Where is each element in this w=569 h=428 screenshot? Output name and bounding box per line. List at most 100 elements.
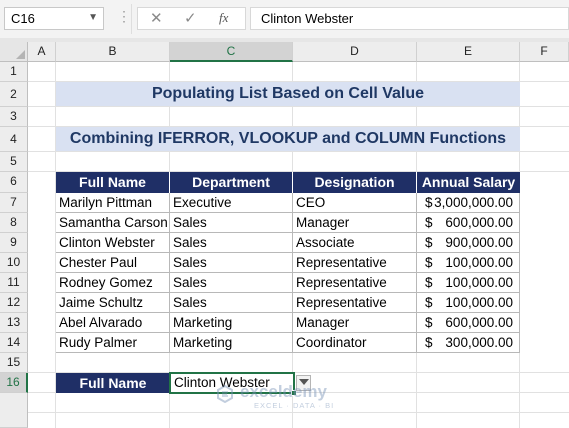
table-cell-department[interactable]: Marketing	[170, 333, 293, 353]
table-cell-designation[interactable]: Manager	[293, 313, 417, 333]
watermark-tagline: EXCEL · DATA · BI	[254, 401, 335, 410]
table-cell-designation[interactable]: Representative	[293, 273, 417, 293]
cell-text: Samantha Carson	[59, 215, 168, 230]
gridline	[28, 151, 569, 152]
salary-value: 3,000,000.00	[434, 195, 513, 210]
formula-input[interactable]: Clinton Webster	[250, 7, 569, 30]
cell-text: Sales	[173, 255, 207, 270]
table-cell-department[interactable]: Marketing	[170, 313, 293, 333]
chevron-down-icon[interactable]: ▼	[88, 12, 98, 23]
table-cell-name[interactable]: Samantha Carson	[56, 213, 170, 233]
subtitle-band[interactable]: Combining IFERROR, VLOOKUP and COLUMN Fu…	[56, 127, 520, 151]
select-all-icon	[16, 50, 25, 59]
salary-value: 300,000.00	[445, 335, 513, 350]
table-cell-name[interactable]: Chester Paul	[56, 253, 170, 273]
table-header-department[interactable]: Department	[170, 172, 293, 193]
title-band[interactable]: Populating List Based on Cell Value	[56, 82, 520, 106]
table-cell-salary[interactable]: $300,000.00	[417, 333, 520, 353]
cell-text: Executive	[173, 195, 232, 210]
watermark-name: exceldemy	[240, 382, 327, 401]
table-cell-name[interactable]: Jaime Schultz	[56, 293, 170, 313]
gridline	[28, 412, 569, 413]
table-header-designation[interactable]: Designation	[293, 172, 417, 193]
table-cell-salary[interactable]: $100,000.00	[417, 273, 520, 293]
table-cell-salary[interactable]: $3,000,000.00	[417, 193, 520, 213]
page-title: Populating List Based on Cell Value	[151, 85, 425, 102]
cell-text: Sales	[173, 215, 207, 230]
salary-value: 100,000.00	[445, 255, 513, 270]
table-cell-salary[interactable]: $100,000.00	[417, 293, 520, 313]
table-cell-name[interactable]: Marilyn Pittman	[56, 193, 170, 213]
table-cell-salary[interactable]: $900,000.00	[417, 233, 520, 253]
gridline	[28, 106, 569, 107]
row-header-4[interactable]: 4	[0, 127, 28, 152]
row-header-5[interactable]: 5	[0, 152, 28, 172]
cell-text: Sales	[173, 295, 207, 310]
formula-bar: C16 ▼ ⋮ ✕ ✓ fx Clinton Webster	[0, 0, 569, 38]
table-header-full-name[interactable]: Full Name	[56, 172, 170, 193]
salary-value: 100,000.00	[445, 295, 513, 310]
row-header-3[interactable]: 3	[0, 107, 28, 127]
row-header-16[interactable]: 16	[0, 373, 28, 393]
exceldemy-logo-icon	[217, 385, 233, 403]
row-header-2[interactable]: 2	[0, 82, 28, 107]
currency-symbol: $	[425, 295, 433, 310]
name-box[interactable]: C16 ▼	[4, 7, 104, 30]
table-cell-designation[interactable]: Manager	[293, 213, 417, 233]
row-header-1[interactable]: 1	[0, 62, 28, 82]
salary-value: 600,000.00	[445, 315, 513, 330]
table-cell-department[interactable]: Sales	[170, 253, 293, 273]
cancel-icon[interactable]: ✕	[150, 9, 163, 27]
cell-text: Representative	[296, 295, 387, 310]
lookup-label[interactable]: Full Name	[56, 373, 170, 393]
table-header-annual-salary[interactable]: Annual Salary	[417, 172, 520, 193]
salary-value: 600,000.00	[445, 215, 513, 230]
table-cell-salary[interactable]: $600,000.00	[417, 313, 520, 333]
salary-value: 900,000.00	[445, 235, 513, 250]
row-header-15[interactable]: 15	[0, 353, 28, 373]
table-cell-designation[interactable]: Representative	[293, 253, 417, 273]
column-header-b[interactable]: B	[56, 42, 170, 62]
table-cell-salary[interactable]: $600,000.00	[417, 213, 520, 233]
table-cell-department[interactable]: Sales	[170, 213, 293, 233]
row-header-8[interactable]: 8	[0, 213, 28, 233]
row-header-14[interactable]: 14	[0, 333, 28, 353]
table-cell-name[interactable]: Rudy Palmer	[56, 333, 170, 353]
cell-text: Manager	[296, 315, 350, 330]
column-header-a[interactable]: A	[28, 42, 56, 62]
currency-symbol: $	[425, 335, 433, 350]
column-header-e[interactable]: E	[417, 42, 520, 62]
table-cell-name[interactable]: Abel Alvarado	[56, 313, 170, 333]
row-header-10[interactable]: 10	[0, 253, 28, 273]
enter-icon[interactable]: ✓	[184, 9, 197, 27]
row-header-13[interactable]: 13	[0, 313, 28, 333]
column-header-f[interactable]: F	[520, 42, 569, 62]
select-all-button[interactable]	[0, 42, 28, 62]
column-header-d[interactable]: D	[293, 42, 417, 62]
divider	[131, 4, 132, 34]
table-cell-name[interactable]: Clinton Webster	[56, 233, 170, 253]
table-cell-name[interactable]: Rodney Gomez	[56, 273, 170, 293]
cell-text: Clinton Webster	[59, 235, 155, 250]
table-cell-department[interactable]: Sales	[170, 293, 293, 313]
cell-text: Sales	[173, 235, 207, 250]
table-cell-designation[interactable]: Representative	[293, 293, 417, 313]
row-header-9[interactable]: 9	[0, 233, 28, 253]
row-header-12[interactable]: 12	[0, 293, 28, 313]
column-header-c[interactable]: C	[170, 42, 293, 62]
table-cell-department[interactable]: Sales	[170, 273, 293, 293]
table-cell-designation[interactable]: CEO	[293, 193, 417, 213]
name-box-value: C16	[11, 11, 35, 26]
more-options-icon[interactable]: ⋮	[117, 8, 131, 25]
row-header-7[interactable]: 7	[0, 193, 28, 213]
row-header-6[interactable]: 6	[0, 172, 28, 193]
insert-function-icon[interactable]: fx	[219, 10, 228, 26]
table-cell-designation[interactable]: Associate	[293, 233, 417, 253]
table-cell-salary[interactable]: $100,000.00	[417, 253, 520, 273]
table-cell-department[interactable]: Sales	[170, 233, 293, 253]
table-cell-department[interactable]: Executive	[170, 193, 293, 213]
row-header-11[interactable]: 11	[0, 273, 28, 293]
row-header-17[interactable]	[0, 393, 28, 428]
table-cell-designation[interactable]: Coordinator	[293, 333, 417, 353]
currency-symbol: $	[425, 255, 433, 270]
